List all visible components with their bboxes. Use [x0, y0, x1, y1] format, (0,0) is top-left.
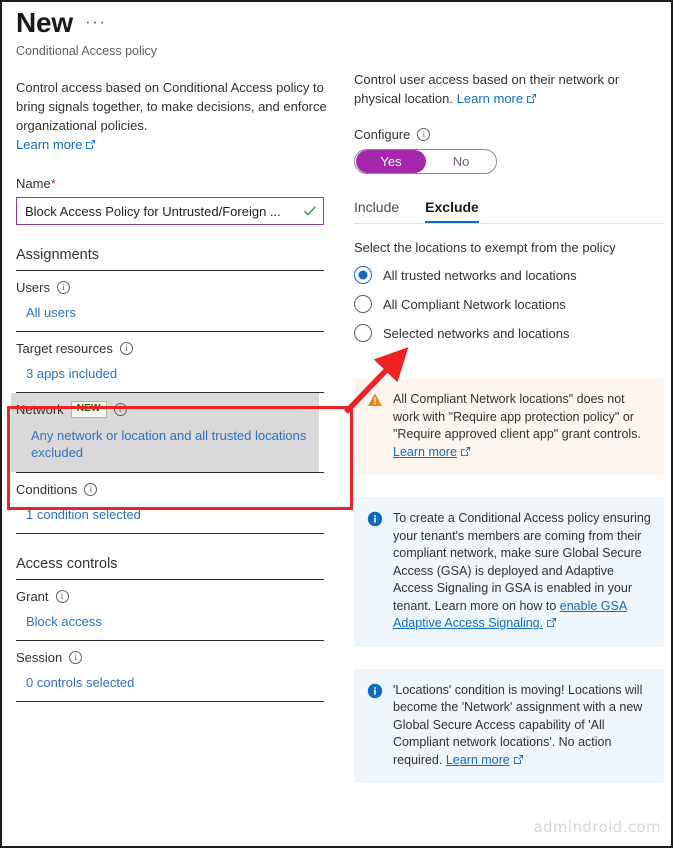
info-message-locations-link[interactable]: Learn more [446, 753, 510, 767]
radio-selected-networks-and-locations-label: Selected networks and locations [383, 325, 570, 341]
watermark: admindroid.com [533, 818, 661, 836]
info-icon[interactable] [55, 590, 69, 603]
radio-button-icon[interactable] [354, 324, 372, 342]
info-icon[interactable] [417, 128, 431, 141]
left-panel: New ··· Conditional Access policy Contro… [11, 6, 342, 702]
conditional-access-policy-blade: New ··· Conditional Access policy Contro… [0, 0, 673, 848]
new-badge: NEW [70, 401, 107, 418]
assignments-section-title: Assignments [16, 247, 100, 263]
radio-all-trusted-networks[interactable]: All trusted networks and locations [354, 266, 664, 284]
control-group-grant-header: Grant [16, 589, 342, 604]
assignment-group-network-value[interactable]: Any network or location and all trusted … [31, 427, 311, 461]
policy-name-input[interactable]: Block Access Policy for Untrusted/Foreig… [16, 197, 324, 225]
blade-header: New ··· [16, 6, 342, 40]
info-icon[interactable] [84, 483, 98, 496]
info-message-bar-locations-moving: 'Locations' condition is moving! Locatio… [354, 668, 664, 783]
radio-button-icon[interactable] [354, 295, 372, 313]
control-group-grant[interactable]: Grant Block access [16, 580, 342, 640]
info-icon[interactable] [56, 281, 70, 294]
policy-description: Control access based on Conditional Acce… [16, 78, 342, 154]
radio-group-intro: Select the locations to exempt from the … [354, 240, 616, 255]
assignment-group-users-value[interactable]: All users [26, 304, 342, 321]
network-detail-panel: Control user access based on their netwo… [354, 70, 664, 783]
network-learn-more-link[interactable]: Learn more [457, 91, 523, 106]
control-group-session-header: Session [16, 650, 342, 665]
warning-message-body: All Compliant Network locations" does no… [393, 392, 641, 441]
control-group-grant-label: Grant [16, 589, 49, 604]
valid-check-icon [303, 204, 317, 218]
configure-toggle[interactable]: Yes No [354, 149, 497, 174]
info-icon[interactable] [119, 342, 133, 355]
name-field-label: Name* [16, 176, 342, 191]
tabs-divider [354, 223, 664, 224]
name-label-text: Name [16, 176, 51, 191]
divider [16, 701, 324, 702]
access-controls-section-title: Access controls [16, 556, 118, 572]
assignment-group-target-resources[interactable]: Target resources 3 apps included [16, 332, 342, 392]
assignment-group-target-resources-label: Target resources [16, 341, 113, 356]
policy-description-text: Control access based on Conditional Acce… [16, 80, 327, 133]
configure-label-text: Configure [354, 127, 411, 142]
info-message-bar-gsa: To create a Conditional Access policy en… [354, 497, 664, 647]
blade-subtitle: Conditional Access policy [16, 44, 158, 58]
assignment-group-users-header: Users [16, 280, 342, 295]
network-description: Control user access based on their netwo… [354, 70, 664, 108]
radio-all-compliant-network-locations[interactable]: All Compliant Network locations [354, 295, 664, 313]
info-message-gsa-body: To create a Conditional Access policy en… [393, 511, 651, 613]
radio-all-compliant-network-locations-label: All Compliant Network locations [383, 296, 566, 312]
divider [16, 533, 324, 534]
control-group-session-value[interactable]: 0 controls selected [26, 674, 342, 691]
info-circle-icon [367, 683, 383, 699]
external-link-icon [546, 617, 557, 628]
assignment-group-users-label: Users [16, 280, 50, 295]
control-group-session[interactable]: Session 0 controls selected [16, 641, 342, 701]
external-link-icon [460, 446, 471, 457]
assignment-group-conditions-label: Conditions [16, 482, 78, 497]
assignment-group-network-header: Network NEW [16, 401, 319, 418]
radio-selected-networks-and-locations[interactable]: Selected networks and locations [354, 324, 664, 342]
info-icon[interactable] [69, 651, 83, 664]
external-link-icon [526, 93, 537, 104]
radio-all-trusted-networks-label: All trusted networks and locations [383, 267, 577, 283]
assignment-group-users[interactable]: Users All users [16, 271, 342, 331]
policy-description-learn-more-link[interactable]: Learn more [16, 137, 82, 152]
page-title: New [16, 7, 73, 38]
assignment-group-network-label: Network [16, 402, 64, 417]
info-icon[interactable] [113, 403, 127, 416]
more-options-icon[interactable]: ··· [85, 12, 106, 40]
warning-message-text: All Compliant Network locations" does no… [393, 391, 652, 461]
assignment-group-target-resources-header: Target resources [16, 341, 342, 356]
configure-label: Configure [354, 127, 664, 142]
tab-exclude[interactable]: Exclude [425, 199, 479, 223]
tab-include[interactable]: Include [354, 199, 399, 223]
warning-message-bar: All Compliant Network locations" does no… [354, 378, 664, 475]
control-group-session-label: Session [16, 650, 63, 665]
policy-name-value: Block Access Policy for Untrusted/Foreig… [25, 203, 281, 219]
radio-button-icon[interactable] [354, 266, 372, 284]
info-message-gsa-text: To create a Conditional Access policy en… [393, 510, 652, 633]
assignment-group-network[interactable]: Network NEW Any network or location and … [11, 393, 319, 472]
info-message-locations-text: 'Locations' condition is moving! Locatio… [393, 682, 652, 770]
assignment-group-conditions[interactable]: Conditions 1 condition selected [16, 473, 342, 533]
required-asterisk: * [50, 176, 56, 191]
warning-icon [367, 392, 383, 408]
control-group-grant-value[interactable]: Block access [26, 613, 342, 630]
configure-toggle-yes[interactable]: Yes [356, 150, 426, 173]
external-link-icon [85, 139, 96, 150]
assignment-group-conditions-header: Conditions [16, 482, 342, 497]
info-circle-icon [367, 511, 383, 527]
external-link-icon [513, 754, 524, 765]
configure-toggle-no[interactable]: No [426, 150, 496, 173]
include-exclude-tabs: Include Exclude [354, 199, 664, 223]
warning-message-link[interactable]: Learn more [393, 445, 457, 459]
assignment-group-target-resources-value[interactable]: 3 apps included [26, 365, 342, 382]
assignment-group-conditions-value[interactable]: 1 condition selected [26, 506, 342, 523]
